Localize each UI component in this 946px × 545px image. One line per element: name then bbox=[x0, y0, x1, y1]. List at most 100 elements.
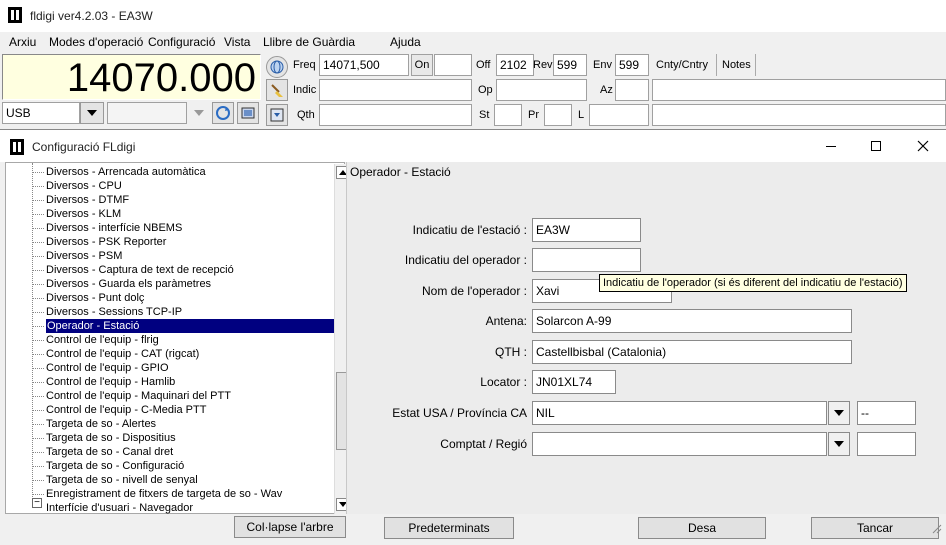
save-button[interactable]: Desa bbox=[638, 517, 766, 539]
tree-item[interactable]: Targeta de so - Alertes bbox=[46, 417, 156, 431]
tree-item[interactable]: Diversos - CPU bbox=[46, 179, 122, 193]
collapse-tree-button[interactable]: Col·lapse l'arbre bbox=[234, 516, 346, 538]
menu-help[interactable]: Ajuda bbox=[390, 35, 421, 49]
callsign-field[interactable] bbox=[319, 79, 472, 101]
broom-icon bbox=[271, 84, 283, 97]
tree-item[interactable]: Control de l'equip - C-Media PTT bbox=[46, 403, 206, 417]
operator-name-field[interactable] bbox=[496, 79, 587, 101]
notes-field-continued[interactable] bbox=[652, 104, 946, 126]
operator-callsign-field[interactable] bbox=[532, 248, 641, 272]
tree-item[interactable]: Control de l'equip - flrig bbox=[46, 333, 159, 347]
tree-item[interactable]: Targeta de so - Dispositius bbox=[46, 431, 176, 445]
menu-config[interactable]: Configuració bbox=[148, 35, 215, 49]
refresh-button[interactable] bbox=[212, 102, 234, 124]
qso-freq-field[interactable]: 14071,500 bbox=[319, 54, 409, 76]
qth-field[interactable] bbox=[319, 104, 472, 126]
operator-callsign-tooltip: Indicatiu de l'operador (si és diferent … bbox=[599, 274, 907, 292]
azimuth-field[interactable] bbox=[615, 79, 649, 101]
tree-item[interactable]: Interfície d'usuari - Navegador bbox=[46, 501, 193, 515]
tree-item[interactable]: Diversos - interfície NBEMS bbox=[46, 221, 182, 235]
rst-rcvd-field[interactable]: 599 bbox=[553, 54, 587, 76]
province-field[interactable] bbox=[544, 104, 572, 126]
memory-icon bbox=[241, 107, 255, 119]
tree-item[interactable]: Control de l'equip - GPIO bbox=[46, 361, 169, 375]
tree-item[interactable]: Diversos - KLM bbox=[46, 207, 121, 221]
minimize-icon[interactable] bbox=[826, 146, 836, 147]
fldigi-app-icon bbox=[10, 139, 24, 155]
menu-bar: Arxiu Modes d'operació Configuració Vist… bbox=[0, 32, 946, 52]
state-field[interactable] bbox=[494, 104, 522, 126]
tree-item[interactable]: Control de l'equip - CAT (rigcat) bbox=[46, 347, 199, 361]
close-icon[interactable] bbox=[917, 140, 929, 152]
tree-item-selected[interactable]: Operador - Estació bbox=[46, 319, 336, 333]
save-qso-button[interactable] bbox=[266, 104, 288, 126]
tree-item[interactable]: Diversos - Punt dolç bbox=[46, 291, 144, 305]
resize-grip-icon[interactable] bbox=[930, 522, 942, 534]
station-callsign-field[interactable]: EA3W bbox=[532, 218, 641, 242]
tree-item[interactable]: Diversos - PSK Reporter bbox=[46, 235, 166, 249]
tree-item[interactable]: Diversos - DTMF bbox=[46, 193, 129, 207]
locator-field[interactable] bbox=[589, 104, 649, 126]
tree-item[interactable]: Diversos - Guarda els paràmetres bbox=[46, 277, 211, 291]
operator-name-label: Nom de l'operador : bbox=[421, 284, 527, 298]
memory-button[interactable] bbox=[237, 102, 259, 124]
close-button[interactable]: Tancar bbox=[811, 517, 939, 539]
qth-field[interactable]: Castellbisbal (Catalonia) bbox=[532, 340, 852, 364]
menu-file[interactable]: Arxiu bbox=[9, 35, 36, 49]
time-off-label: Off bbox=[476, 59, 491, 71]
operator-callsign-label: Indicatiu del operador : bbox=[404, 253, 527, 267]
tree-item[interactable]: Diversos - Sessions TCP-IP bbox=[46, 305, 182, 319]
time-on-button[interactable]: On bbox=[411, 54, 433, 76]
locator-field[interactable]: JN01XL74 bbox=[532, 370, 616, 394]
menu-logbook[interactable]: Llibre de Guàrdia bbox=[263, 35, 355, 49]
time-on-field[interactable] bbox=[434, 54, 472, 76]
county-region-select[interactable] bbox=[532, 432, 827, 456]
globe-icon bbox=[270, 60, 284, 74]
window-titlebar: fldigi ver4.2.03 - EA3W bbox=[0, 0, 946, 32]
antenna-field[interactable]: Solarcon A-99 bbox=[532, 309, 852, 333]
tree-item[interactable]: Enregistrament de fitxers de targeta de … bbox=[46, 487, 282, 501]
maximize-icon[interactable] bbox=[871, 141, 881, 151]
tree-collapse-toggle-icon[interactable]: − bbox=[32, 498, 42, 508]
menu-op-modes[interactable]: Modes d'operació bbox=[49, 35, 143, 49]
mode-dropdown-button[interactable] bbox=[80, 102, 104, 124]
tree-item[interactable]: Control de l'equip - Hamlib bbox=[46, 375, 175, 389]
globe-button[interactable] bbox=[266, 56, 288, 78]
frequency-display[interactable]: 14070.000 bbox=[2, 54, 261, 100]
tree-item[interactable]: Diversos - Captura de text de recepció bbox=[46, 263, 234, 277]
op-label: Op bbox=[478, 84, 493, 96]
tree-connector bbox=[32, 438, 44, 439]
tree-item[interactable]: Control de l'equip - Maquinari del PTT bbox=[46, 389, 231, 403]
bandwidth-select[interactable] bbox=[107, 102, 187, 124]
rst-sent-field[interactable]: 599 bbox=[615, 54, 649, 76]
mode-select[interactable]: USB bbox=[2, 102, 80, 124]
tree-connector bbox=[32, 424, 44, 425]
chevron-down-icon bbox=[834, 441, 844, 447]
tree-connector bbox=[32, 200, 44, 201]
defaults-button[interactable]: Predeterminats bbox=[384, 517, 514, 539]
panel-title: Operador - Estació bbox=[350, 165, 451, 179]
province-label: Pr bbox=[528, 109, 539, 121]
tree-item[interactable]: Targeta de so - Canal dret bbox=[46, 445, 173, 459]
state-dropdown-button[interactable] bbox=[828, 401, 850, 425]
bandwidth-dropdown-button[interactable] bbox=[188, 102, 210, 124]
tree-connector bbox=[32, 382, 44, 383]
notes-field[interactable] bbox=[652, 79, 946, 101]
state-code-field[interactable]: -- bbox=[857, 401, 916, 425]
tree-connector bbox=[32, 396, 44, 397]
menu-view[interactable]: Vista bbox=[224, 35, 250, 49]
time-off-field[interactable]: 2102 bbox=[496, 54, 534, 76]
notes-label: Notes bbox=[722, 59, 751, 71]
county-code-field[interactable] bbox=[857, 432, 916, 456]
state-province-select[interactable]: NIL bbox=[532, 401, 827, 425]
tree-connector bbox=[32, 298, 44, 299]
tree-item[interactable]: Diversos - Arrencada automàtica bbox=[46, 165, 206, 179]
clear-log-button[interactable] bbox=[266, 79, 288, 101]
tree-item[interactable]: Diversos - PSM bbox=[46, 249, 122, 263]
county-dropdown-button[interactable] bbox=[828, 432, 850, 456]
notes-tab[interactable]: Notes bbox=[716, 54, 756, 76]
settings-panel: Operador - Estació Indicatiu de l'estaci… bbox=[346, 162, 946, 514]
tree-item[interactable]: Targeta de so - nivell de senyal bbox=[46, 473, 198, 487]
chevron-down-icon bbox=[834, 410, 844, 416]
tree-item[interactable]: Targeta de so - Configuració bbox=[46, 459, 184, 473]
